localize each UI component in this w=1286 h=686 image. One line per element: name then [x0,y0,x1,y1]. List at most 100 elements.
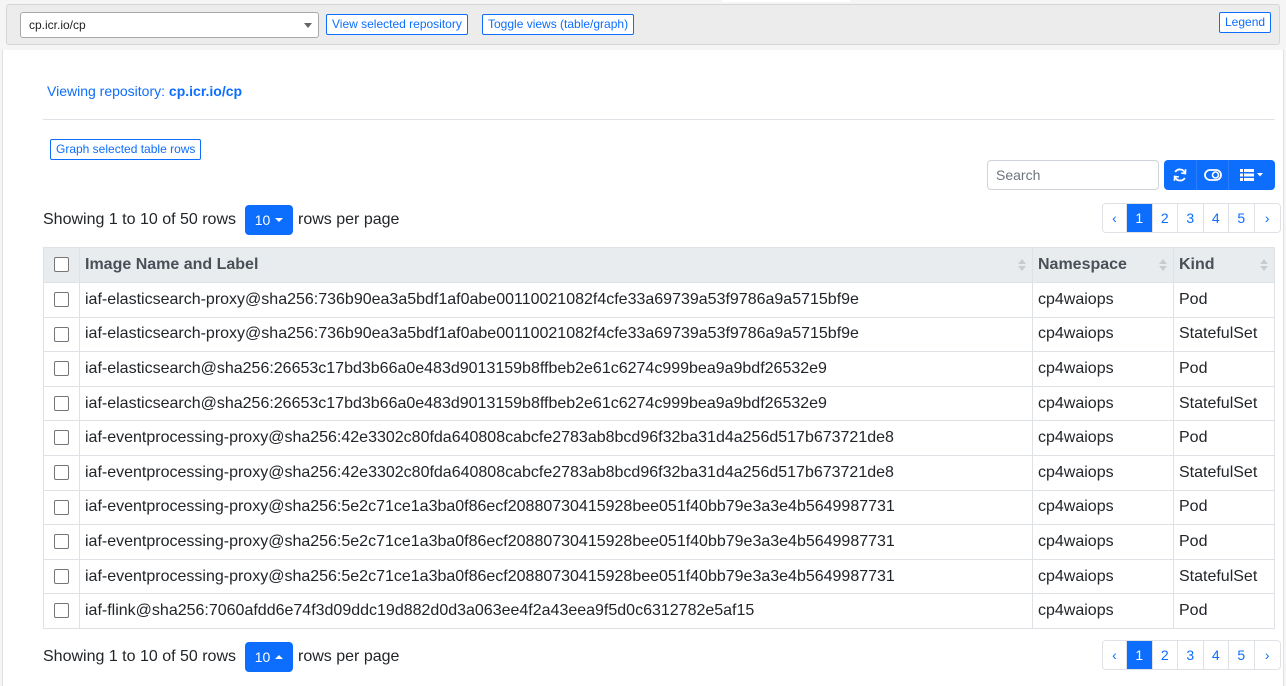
row-select-cell [43,351,80,387]
table-row[interactable]: iaf-flink@sha256:7060afdd6e74f3d09ddc19d… [43,593,1275,629]
table-row[interactable]: iaf-elasticsearch-proxy@sha256:736b90ea3… [43,282,1275,318]
viewing-prefix: Viewing repository: [47,83,169,99]
image-cell: iaf-flink@sha256:7060afdd6e74f3d09ddc19d… [79,593,1033,629]
table-row[interactable]: iaf-elasticsearch@sha256:26653c17bd3b66a… [43,351,1275,387]
page-next[interactable]: › [1254,641,1280,669]
row-checkbox[interactable] [54,568,69,584]
chevron-down-icon [304,23,312,28]
image-cell: iaf-elasticsearch@sha256:26653c17bd3b66a… [79,385,1033,422]
sort-icon [1018,259,1026,272]
pagination-top: ‹ 1 2 3 4 5 › [1102,203,1281,233]
columns-dropdown-button[interactable] [1229,160,1275,190]
page-size-dropdown[interactable]: 10 [245,205,294,235]
toggle-icon [1203,169,1222,181]
image-cell: iaf-elasticsearch-proxy@sha256:736b90ea3… [79,282,1033,318]
page-3[interactable]: 3 [1178,204,1204,232]
row-select-cell [43,524,80,560]
table-row[interactable]: iaf-eventprocessing-proxy@sha256:42e3302… [43,420,1275,456]
kind-cell: Pod [1173,489,1275,526]
caret-up-icon [275,655,284,659]
table-row[interactable]: iaf-eventprocessing-proxy@sha256:5e2c71c… [43,558,1275,595]
namespace-cell: cp4waiops [1032,593,1174,629]
page-4[interactable]: 4 [1203,204,1229,232]
page-4[interactable]: 4 [1203,641,1229,669]
pagination-bottom: ‹ 1 2 3 4 5 › [1102,640,1281,670]
row-checkbox[interactable] [54,326,69,342]
page-1[interactable]: 1 [1127,204,1153,232]
table-toolbar [1164,160,1275,190]
search-input[interactable] [987,160,1159,190]
row-checkbox[interactable] [54,499,69,515]
rows-per-page-text: rows per page [298,648,400,665]
namespace-cell: cp4waiops [1032,558,1174,595]
repository-select-value: cp.icr.io/cp [29,18,86,32]
kind-cell: Pod [1173,524,1275,560]
table-row[interactable]: iaf-elasticsearch-proxy@sha256:736b90ea3… [43,316,1275,353]
column-header-namespace[interactable]: Namespace [1032,247,1174,283]
page-3[interactable]: 3 [1178,641,1204,669]
page-2[interactable]: 2 [1152,204,1178,232]
toggle-views-button[interactable]: Toggle views (table/graph) [482,14,635,35]
row-select-cell [43,454,80,491]
column-header-label: Kind [1179,256,1215,273]
caret-down-icon [275,218,284,222]
graph-selected-rows-button[interactable]: Graph selected table rows [50,139,202,160]
page-5[interactable]: 5 [1229,204,1255,232]
kind-cell: StatefulSet [1173,454,1275,491]
row-checkbox[interactable] [54,361,69,377]
namespace-cell: cp4waiops [1032,454,1174,491]
page-size-value: 10 [254,212,271,228]
viewing-repository-label: Viewing repository: cp.icr.io/cp [47,83,242,99]
page-2[interactable]: 2 [1152,641,1178,669]
image-cell: iaf-eventprocessing-proxy@sha256:42e3302… [79,454,1033,491]
table-body: iaf-elasticsearch-proxy@sha256:736b90ea3… [43,282,1275,629]
column-header-label: Image Name and Label [85,256,259,273]
row-checkbox[interactable] [54,465,69,481]
row-select-cell [43,282,80,318]
page-size-value: 10 [254,649,271,665]
row-checkbox[interactable] [54,534,69,550]
refresh-button[interactable] [1164,160,1197,190]
legend-button[interactable]: Legend [1219,12,1272,33]
row-select-cell [43,316,80,353]
image-cell: iaf-eventprocessing-proxy@sha256:5e2c71c… [79,524,1033,560]
row-select-cell [43,385,80,422]
repository-select[interactable]: cp.icr.io/cp [20,12,319,38]
table-row[interactable]: iaf-eventprocessing-proxy@sha256:5e2c71c… [43,524,1275,560]
kind-cell: Pod [1173,351,1275,387]
kind-cell: StatefulSet [1173,385,1275,422]
table-row[interactable]: iaf-eventprocessing-proxy@sha256:5e2c71c… [43,489,1275,526]
sort-icon [1159,259,1167,272]
columns-icon [1240,169,1264,181]
kind-cell: StatefulSet [1173,316,1275,353]
top-toolbar: cp.icr.io/cp View selected repository To… [6,4,1280,45]
image-cell: iaf-eventprocessing-proxy@sha256:5e2c71c… [79,558,1033,595]
table-row[interactable]: iaf-eventprocessing-proxy@sha256:42e3302… [43,454,1275,491]
kind-cell: Pod [1173,420,1275,456]
row-checkbox[interactable] [54,395,69,411]
row-checkbox[interactable] [54,603,69,619]
row-select-cell [43,558,80,595]
image-cell: iaf-elasticsearch-proxy@sha256:736b90ea3… [79,316,1033,353]
table-row[interactable]: iaf-elasticsearch@sha256:26653c17bd3b66a… [43,385,1275,422]
page-prev[interactable]: ‹ [1103,641,1127,669]
select-all-checkbox[interactable] [54,257,69,273]
page-next[interactable]: › [1254,204,1280,232]
page-size-dropdown[interactable]: 10 [245,642,294,672]
view-repository-button[interactable]: View selected repository [326,14,468,35]
row-checkbox[interactable] [54,430,69,446]
table-header-row: Image Name and Label Namespace Kind [43,247,1275,283]
select-all-cell [43,247,80,283]
namespace-cell: cp4waiops [1032,316,1174,353]
page-prev[interactable]: ‹ [1103,204,1127,232]
column-header-kind[interactable]: Kind [1173,247,1275,283]
images-table: Image Name and Label Namespace Kind iaf-… [43,247,1275,629]
toggle-view-button[interactable] [1197,160,1230,190]
showing-text: Showing 1 to 10 of 50 rows [43,211,237,228]
namespace-cell: cp4waiops [1032,524,1174,560]
column-header-image[interactable]: Image Name and Label [79,247,1033,283]
page-1[interactable]: 1 [1127,641,1153,669]
row-checkbox[interactable] [54,292,69,308]
image-cell: iaf-elasticsearch@sha256:26653c17bd3b66a… [79,351,1033,387]
page-5[interactable]: 5 [1229,641,1255,669]
